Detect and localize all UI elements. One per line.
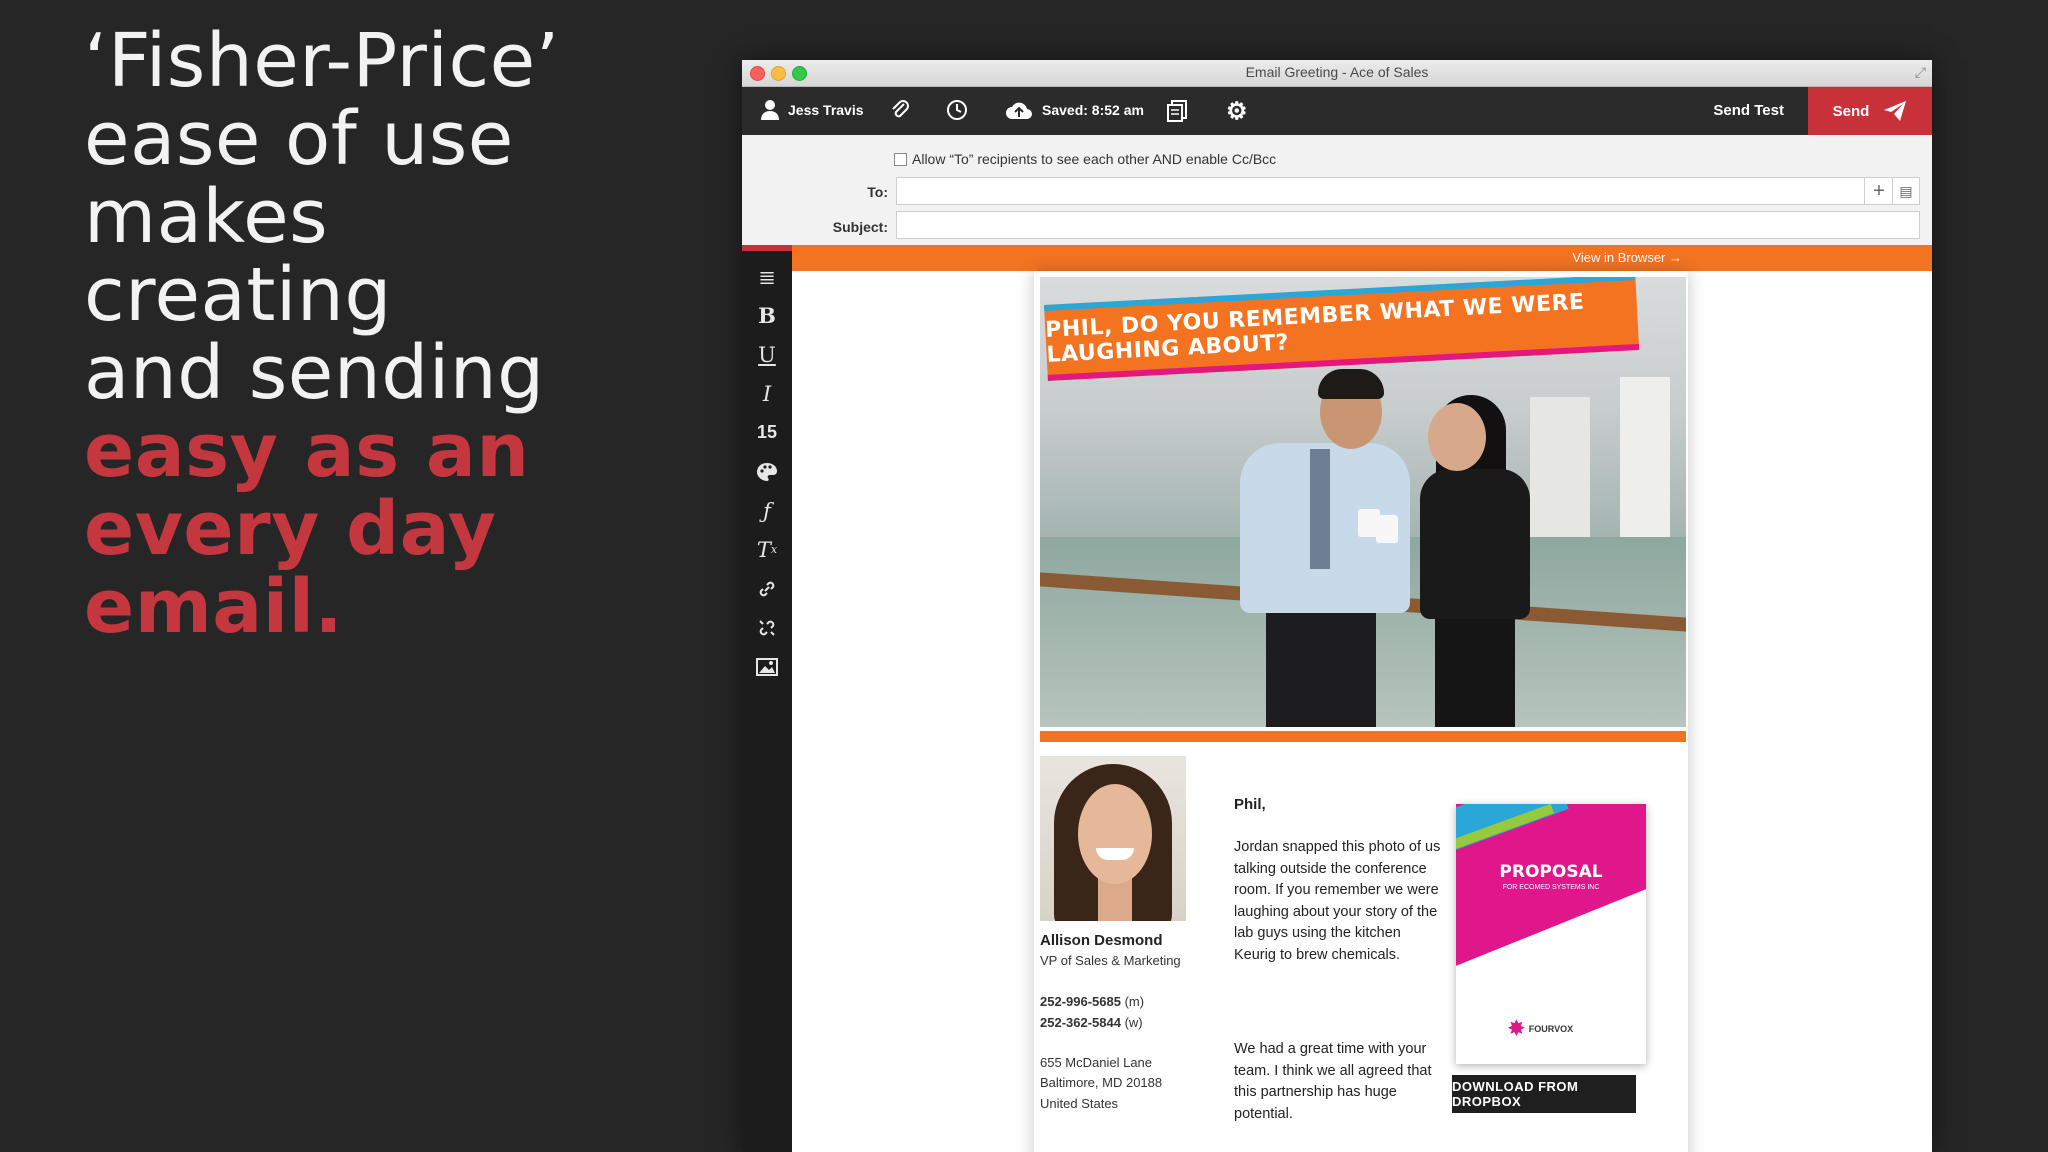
toolbar: Jess Travis Saved: 8:52 am ⚙ Send Test S…	[742, 87, 1932, 135]
plus-icon: +	[1873, 180, 1885, 202]
hero-banner: PHIL, DO YOU REMEMBER WHAT WE WERE LAUGH…	[1044, 277, 1640, 381]
editor-area: ≣ B U I 15 ƒ Tx View in Browser → PHIL, …	[742, 245, 1932, 1152]
headline-line-3: makes	[84, 174, 329, 260]
to-label: To:	[867, 184, 888, 200]
avatar	[1040, 756, 1186, 921]
download-dropbox-button[interactable]: DOWNLOAD FROM DROPBOX	[1452, 1075, 1636, 1113]
palette-icon[interactable]	[742, 452, 792, 491]
attach-button[interactable]	[890, 99, 910, 121]
gear-icon: ⚙	[1226, 98, 1248, 125]
headline-accent-line-3: email.	[84, 564, 344, 650]
italic-icon[interactable]: I	[742, 374, 792, 413]
add-recipient-button[interactable]: +	[1864, 178, 1893, 204]
email-app-window: Email Greeting - Ace of Sales ⤢ Jess Tra…	[742, 60, 1932, 1152]
templates-button[interactable]	[1166, 99, 1188, 123]
title-bar: Email Greeting - Ace of Sales ⤢	[742, 60, 1932, 87]
send-test-button[interactable]: Send Test	[1713, 102, 1784, 119]
user-icon	[761, 100, 779, 120]
email-paragraph-2: We had a great time with your team. I th…	[1234, 1041, 1432, 1122]
align-icon[interactable]: ≣	[742, 257, 792, 296]
allow-recipients-label: Allow “To” recipients to see each other …	[912, 151, 1277, 167]
settings-button[interactable]: ⚙	[1226, 97, 1248, 126]
allow-recipients-checkbox[interactable]	[894, 152, 907, 166]
slide-headline: ‘Fisher-Price’ ease of use makes creatin…	[84, 22, 644, 646]
saved-status: Saved: 8:52 am	[1004, 99, 1144, 121]
divider	[1040, 731, 1686, 742]
headline-line-1: ‘Fisher-Price’	[84, 18, 560, 104]
view-in-browser-bar: View in Browser →	[792, 245, 1932, 271]
hero-photo: PHIL, DO YOU REMEMBER WHAT WE WERE LAUGH…	[1040, 277, 1686, 727]
paper-plane-icon	[1884, 101, 1907, 121]
signature-address-line3: United States	[1040, 1096, 1119, 1111]
proposal-subtitle: FOR ECOMED SYSTEMS INC	[1502, 884, 1600, 891]
signature-title: VP of Sales & Marketing	[1040, 953, 1181, 968]
font-icon[interactable]: ƒ	[742, 491, 792, 530]
clear-format-icon[interactable]: Tx	[742, 530, 792, 569]
signature-address-line2: Baltimore, MD 20188	[1040, 1075, 1163, 1090]
logo-star-icon: ✸	[1508, 1018, 1525, 1040]
signature-name: Allison Desmond	[1040, 932, 1163, 949]
email-paragraph-1: Jordan snapped this photo of us talking …	[1234, 839, 1441, 963]
bold-icon[interactable]: B	[742, 296, 792, 335]
user-name: Jess Travis	[788, 102, 864, 118]
proposal-logo: ✸ FOURVOX	[1508, 1016, 1573, 1041]
link-icon[interactable]	[742, 569, 792, 608]
send-button[interactable]: Send	[1808, 87, 1932, 135]
headline-accent-line-2: every day	[84, 486, 497, 572]
address-book-icon: ▤	[1899, 183, 1913, 199]
user-menu[interactable]: Jess Travis	[760, 99, 864, 121]
view-in-browser-link[interactable]: View in Browser →	[1572, 250, 1682, 265]
subject-field[interactable]	[896, 211, 1920, 239]
address-book-button[interactable]: ▤	[1892, 178, 1919, 204]
paperclip-icon	[892, 100, 909, 118]
email-greeting: Phil,	[1234, 796, 1266, 813]
headline-line-5: and sending	[84, 330, 545, 416]
allow-recipients-option[interactable]: Allow “To” recipients to see each other …	[894, 151, 1276, 167]
window-title: Email Greeting - Ace of Sales	[1245, 64, 1429, 80]
headline-accent-line-1: easy as an	[84, 408, 530, 494]
saved-label: Saved: 8:52 am	[1042, 102, 1144, 118]
signature-phone-work: 252-362-5844 (w)	[1040, 1015, 1143, 1030]
subject-label: Subject:	[832, 219, 888, 235]
proposal-title: PROPOSAL	[1499, 862, 1603, 882]
underline-icon[interactable]: U	[742, 335, 792, 374]
signature-phone-mobile: 252-996-5685 (m)	[1040, 994, 1145, 1009]
format-sidebar: ≣ B U I 15 ƒ Tx	[742, 245, 792, 1152]
proposal-logo-text: FOURVOX	[1528, 1023, 1574, 1034]
cloud-upload-icon	[1006, 102, 1032, 119]
headline-line-4: creating	[84, 252, 392, 338]
message-header: Allow “To” recipients to see each other …	[742, 135, 1932, 246]
image-icon[interactable]	[742, 647, 792, 686]
to-field[interactable]	[896, 177, 1920, 205]
schedule-button[interactable]	[946, 99, 968, 121]
signature-address-line1: 655 McDaniel Lane	[1040, 1055, 1153, 1070]
proposal-thumbnail[interactable]: PROPOSAL FOR ECOMED SYSTEMS INC ✸ FOURVO…	[1456, 804, 1646, 1064]
unlink-icon[interactable]	[742, 608, 792, 647]
send-label: Send	[1832, 102, 1870, 120]
headline-line-2: ease of use	[84, 96, 514, 182]
clock-icon	[947, 100, 967, 120]
email-content[interactable]: PHIL, DO YOU REMEMBER WHAT WE WERE LAUGH…	[1034, 271, 1688, 1152]
fullscreen-icon[interactable]: ⤢	[1915, 64, 1926, 81]
font-size-button[interactable]: 15	[742, 413, 792, 452]
copy-icon	[1167, 100, 1187, 122]
